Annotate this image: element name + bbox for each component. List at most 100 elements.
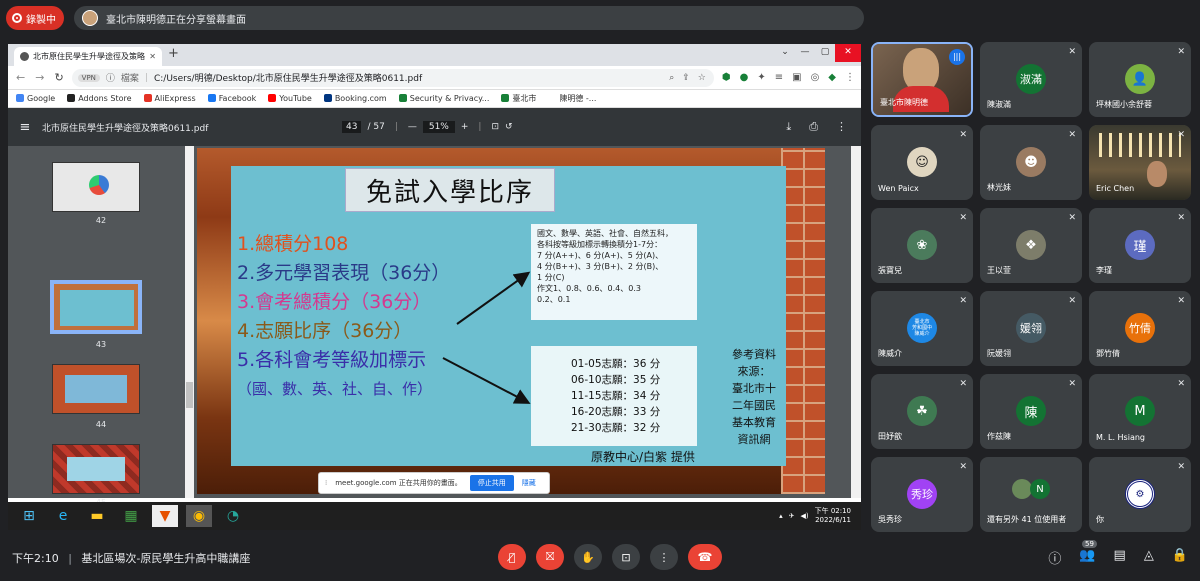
participant-tile[interactable]: ✕ ☻ 林光妹 [980, 125, 1082, 200]
vpn-ext-icon[interactable]: ◆ [828, 72, 836, 83]
puzzle-icon[interactable]: ✦ [757, 72, 765, 83]
forward-icon[interactable]: → [35, 71, 44, 84]
network-icon[interactable]: ✈ [789, 512, 795, 520]
thumbnail-page[interactable] [52, 444, 140, 494]
stop-sharing-button[interactable]: 停止共用 [469, 475, 514, 491]
zoom-value[interactable]: 51% [422, 121, 455, 133]
thumbnail-page-current[interactable] [50, 280, 142, 334]
participant-tile[interactable]: ✕ ❀ 張寶兒 [871, 208, 973, 283]
thumbnail-page[interactable] [52, 364, 140, 414]
activities-icon[interactable]: ◬ [1144, 548, 1154, 567]
more-icon[interactable]: ⋮ [836, 120, 847, 134]
recording-badge[interactable]: 錄製中 [6, 6, 64, 30]
avatar: 淑滿 [1016, 64, 1046, 94]
download-icon[interactable]: ⤓ [786, 120, 791, 134]
participant-tile[interactable]: ✕ 👤 坪林國小余舒蓉 [1089, 42, 1191, 117]
playlist-icon[interactable]: ≡ [775, 72, 783, 83]
browser-tab[interactable]: 北市原住民學生升學途徑及策略 ✕ [14, 47, 162, 66]
folder-icon[interactable]: ▬ [84, 505, 110, 527]
taskbar-date: 2022/6/11 [815, 516, 851, 524]
avatar: ❀ [907, 230, 937, 260]
rotate-icon[interactable]: ↺ [505, 122, 513, 132]
participant-tile[interactable]: ✕ 陳 作茲陳 [980, 374, 1082, 449]
tab-close-icon[interactable]: ✕ [149, 52, 156, 61]
close-icon[interactable]: ✕ [835, 44, 861, 62]
bookmark-security[interactable]: Security & Privacy... [398, 94, 489, 103]
zoom-icon[interactable]: ⌕ [669, 73, 674, 83]
back-icon[interactable]: ← [16, 71, 25, 84]
menu-icon[interactable]: ≡ [8, 120, 42, 135]
print-icon[interactable]: ⎙ [809, 120, 818, 134]
scroll-thumb[interactable] [186, 382, 193, 408]
info-button-icon[interactable]: ⓘ [1048, 548, 1061, 567]
tray-chevron-icon[interactable]: ▴ [779, 512, 783, 520]
ie-icon[interactable]: e [50, 505, 76, 527]
drag-handle-icon[interactable]: ⁞ [325, 479, 327, 487]
profile-icon[interactable]: ◎ [811, 72, 820, 83]
vpn-app-icon[interactable]: ▼ [152, 505, 178, 527]
self-tile[interactable]: ✕ ⚙ 你 [1089, 457, 1191, 532]
participant-tile[interactable]: ✕ ❖ 王以萱 [980, 208, 1082, 283]
hide-button[interactable]: 隱藏 [522, 478, 536, 488]
zoom-out-icon[interactable]: — [408, 122, 417, 132]
page-input[interactable]: 43 [342, 121, 362, 133]
minimize-icon[interactable]: — [795, 44, 815, 62]
window-controls: ⌄ — ▢ ✕ [775, 44, 861, 62]
bookmark-booking[interactable]: Booking.com [323, 94, 387, 103]
sidepanel-icon[interactable]: ▣ [792, 72, 801, 83]
bookmark-youtube[interactable]: YouTube [268, 94, 312, 103]
bookmark-addons[interactable]: Addons Store [67, 94, 132, 103]
bookmark-aliexpress[interactable]: AliExpress [143, 94, 196, 103]
others-tile[interactable]: N 還有另外 41 位使用者 [980, 457, 1082, 532]
zoom-in-icon[interactable]: + [461, 122, 469, 132]
bookmark-chen[interactable]: 陳明德 -... [548, 93, 596, 104]
sidebar-scrollbar[interactable] [185, 146, 194, 498]
volume-icon[interactable]: ◀) [800, 512, 808, 520]
host-controls-icon[interactable]: 🔒 [1172, 548, 1188, 567]
shared-screen: 北市原住民學生升學途徑及策略 ✕ + ⌄ — ▢ ✕ ← → ↻ VPN ⓘ 檔… [8, 44, 861, 530]
avatar-stack-1 [1012, 479, 1032, 499]
participant-tile[interactable]: ✕ 媛翎 阮媛翎 [980, 291, 1082, 366]
chrome-icon[interactable]: ◉ [186, 505, 212, 527]
participant-tile[interactable]: ✕ 淑滿 陳淑滿 [980, 42, 1082, 117]
vpn-badge[interactable]: VPN [77, 73, 100, 82]
participant-tile[interactable]: ||| 臺北市陳明德 [871, 42, 973, 117]
present-button[interactable]: ⊡ [612, 544, 640, 570]
taskbar-clock[interactable]: 下午 02:10 2022/6/11 [815, 507, 851, 525]
participant-tile[interactable]: ✕ Eric Chen [1089, 125, 1191, 200]
g-icon[interactable]: ● [740, 72, 749, 83]
share-icon[interactable]: ⇪ [682, 73, 690, 83]
thumbnail-page[interactable] [52, 162, 140, 212]
people-icon[interactable]: 👥 [1079, 548, 1095, 567]
maximize-icon[interactable]: ▢ [815, 44, 835, 62]
mic-toggle-button[interactable]: 🎙̸ [498, 544, 526, 570]
shield-icon[interactable]: ⬢ [722, 72, 731, 83]
participant-tile[interactable]: ✕ ☺ Wen Paicx [871, 125, 973, 200]
participant-tile[interactable]: ✕ 臺北市 芳和國中 陳威介 陳威介 [871, 291, 973, 366]
participant-tile[interactable]: ✕ 瑾 李瑾 [1089, 208, 1191, 283]
participant-tile[interactable]: ✕ ☘ 田妤歆 [871, 374, 973, 449]
more-options-button[interactable]: ⋮ [650, 544, 678, 570]
bookmark-google[interactable]: Google [16, 94, 55, 103]
bookmark-taipei[interactable]: 臺北市 [501, 93, 536, 104]
chat-icon[interactable]: ▤ [1114, 548, 1126, 567]
raise-hand-button[interactable]: ✋ [574, 544, 602, 570]
url-box[interactable]: VPN ⓘ 檔案 | C:/Users/明德/Desktop/北市原住民學生升學… [71, 68, 714, 87]
participant-tile[interactable]: ✕ 秀珍 吳秀珍 [871, 457, 973, 532]
kebab-menu-icon[interactable]: ⋮ [845, 72, 855, 83]
windows-start-icon[interactable]: ⊞ [16, 505, 42, 527]
chevron-down-icon[interactable]: ⌄ [775, 44, 795, 62]
participant-tile[interactable]: ✕ M M. L. Hsiang [1089, 374, 1191, 449]
star-icon[interactable]: ☆ [698, 73, 706, 83]
participant-tile[interactable]: ✕ 竹倩 鄧竹倩 [1089, 291, 1191, 366]
camera-toggle-button[interactable]: ⛝ [536, 544, 564, 570]
store-icon[interactable]: ▦ [118, 505, 144, 527]
bookmark-facebook[interactable]: Facebook [207, 94, 257, 103]
bookmark-facebook-label: Facebook [218, 94, 257, 103]
viewport-scrollbar[interactable] [851, 146, 861, 498]
end-call-button[interactable]: ☎ [688, 544, 722, 570]
edge-icon[interactable]: ◔ [220, 505, 246, 527]
new-tab-icon[interactable]: + [168, 46, 179, 61]
reload-icon[interactable]: ↻ [54, 71, 63, 84]
fit-page-icon[interactable]: ⊡ [491, 122, 499, 132]
